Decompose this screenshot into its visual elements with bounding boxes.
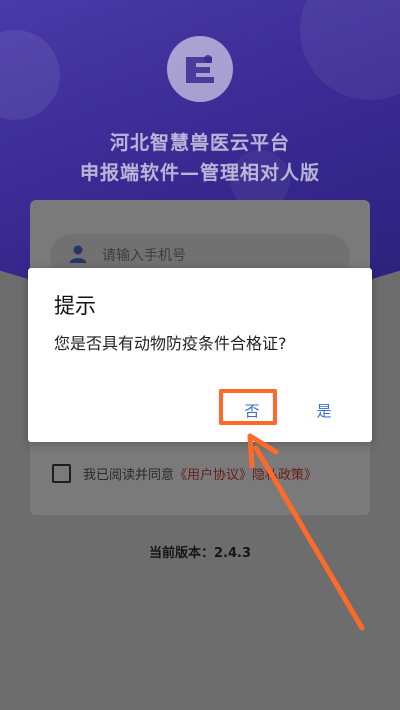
agreement-prefix: 我已阅读并同意 (83, 467, 175, 483)
dialog-message: 您是否具有动物防疫条件合格证? (54, 334, 287, 353)
agreement-link[interactable]: 《用户协议》隐私政策》 (174, 468, 317, 483)
app-title-line1: 河北智慧兽医云平台 (109, 132, 290, 154)
phone-input[interactable] (102, 248, 322, 264)
app-title-line2: 申报端软件—管理相对人版 (79, 162, 320, 184)
dialog-title: 提示 (54, 294, 96, 318)
yes-button[interactable]: 是 (296, 390, 352, 430)
logo-icon (167, 36, 233, 102)
decor-bubble (300, 0, 400, 100)
agreement-row: 我已阅读并同意《用户协议》隐私政策》 (52, 458, 317, 488)
user-icon (68, 244, 88, 268)
decor-bubble (0, 30, 60, 120)
agreement-checkbox[interactable] (52, 463, 71, 483)
version-label: 当前版本：2.4.3 (148, 546, 251, 561)
agreement-text: 我已阅读并同意《用户协议》隐私政策》 (83, 464, 317, 483)
no-button[interactable]: 否 (224, 390, 280, 430)
prompt-dialog: 提示 您是否具有动物防疫条件合格证? 否 是 (28, 268, 372, 442)
